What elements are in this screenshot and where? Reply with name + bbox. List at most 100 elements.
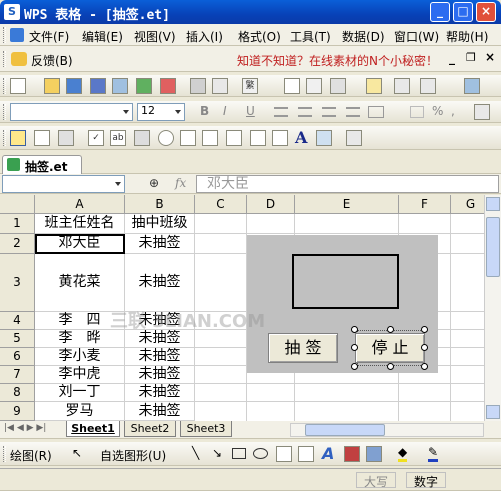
open-icon[interactable]	[44, 78, 60, 94]
scroll-up-icon[interactable]	[486, 197, 500, 211]
select-all-corner[interactable]	[0, 195, 35, 214]
formula-input[interactable]: 邓大臣	[196, 175, 499, 193]
result-box[interactable]	[292, 254, 399, 309]
copy-icon[interactable]	[284, 78, 300, 94]
redo-icon[interactable]	[420, 78, 436, 94]
toolbar-grip[interactable]	[3, 446, 6, 462]
line-icon[interactable]: ╲	[192, 446, 199, 460]
row-header[interactable]: 6	[0, 348, 35, 366]
image-icon[interactable]	[316, 130, 332, 146]
undo-icon[interactable]	[394, 78, 410, 94]
cell-format-icon[interactable]	[368, 106, 384, 118]
toolbar-grip[interactable]	[3, 104, 6, 120]
row-header[interactable]: 9	[0, 402, 35, 421]
row-header[interactable]: 1	[0, 214, 35, 234]
column-header[interactable]: G	[451, 195, 484, 214]
font-name-combo[interactable]	[10, 103, 133, 121]
currency-icon[interactable]	[410, 106, 424, 118]
menu-window[interactable]: 窗口(W)	[394, 28, 439, 45]
doc-restore-icon[interactable]: ❐	[466, 51, 476, 64]
name-box[interactable]	[2, 175, 125, 193]
more-controls-icon[interactable]	[346, 130, 362, 146]
toolbar-grip[interactable]	[3, 27, 6, 43]
toolbar-grip[interactable]	[3, 51, 6, 67]
stop-button[interactable]: 停 止	[355, 333, 425, 363]
active-cell[interactable]: 邓大臣	[35, 234, 125, 254]
cell[interactable]: 未抽签	[125, 402, 195, 421]
resize-handle[interactable]	[387, 363, 394, 370]
close-button[interactable]: ×	[476, 2, 496, 22]
menu-help[interactable]: 帮助(H)	[446, 28, 488, 45]
row-header[interactable]: 8	[0, 384, 35, 402]
toolbar-options-icon[interactable]	[464, 78, 480, 94]
menu-data[interactable]: 数据(D)	[342, 28, 385, 45]
tab-document[interactable]: 抽签.et	[2, 155, 82, 174]
cell[interactable]: 未抽签	[125, 254, 195, 312]
fx-icon[interactable]: fx	[175, 176, 186, 190]
menu-edit[interactable]: 编辑(E)	[82, 28, 123, 45]
format-painter-icon[interactable]: 繁	[242, 78, 258, 94]
design-mode-icon[interactable]	[10, 130, 26, 146]
align-left-icon[interactable]	[274, 107, 288, 117]
vertical-textbox-icon[interactable]	[298, 446, 314, 462]
feedback-button[interactable]: 反馈(B)	[31, 52, 73, 69]
toggle-button-icon[interactable]	[226, 130, 242, 146]
cell[interactable]: 班主任姓名	[35, 214, 125, 234]
cell[interactable]: 李中虎	[35, 366, 125, 384]
cell[interactable]: 未抽签	[125, 234, 195, 254]
sheet-nav-icon[interactable]: |◀ ◀ ▶ ▶|	[4, 423, 46, 433]
draw-menu[interactable]: 绘图(R)	[10, 447, 52, 464]
fill-color-icon[interactable]: ◆	[398, 445, 408, 462]
column-header[interactable]: D	[247, 195, 295, 214]
resize-handle[interactable]	[351, 326, 358, 333]
doc-close-icon[interactable]: ×	[485, 50, 495, 64]
textbox-icon[interactable]: ab	[110, 130, 126, 146]
cell[interactable]: 黄花菜	[35, 254, 125, 312]
toolbar-grip[interactable]	[3, 130, 6, 146]
column-header[interactable]: F	[399, 195, 451, 214]
resize-handle[interactable]	[421, 363, 428, 370]
row-header[interactable]: 5	[0, 330, 35, 348]
picture-icon[interactable]	[366, 446, 382, 462]
resize-handle[interactable]	[421, 326, 428, 333]
doc-minimize-icon[interactable]: _	[449, 51, 455, 65]
scroll-thumb[interactable]	[486, 217, 500, 277]
spin-button-icon[interactable]	[250, 130, 266, 146]
percent-button[interactable]: %	[432, 104, 443, 118]
web-icon[interactable]	[66, 78, 82, 94]
menu-file[interactable]: 文件(F)	[29, 28, 69, 45]
row-header[interactable]: 4	[0, 312, 35, 330]
cell[interactable]: 未抽签	[125, 366, 195, 384]
resize-handle[interactable]	[387, 326, 394, 333]
pdf-icon[interactable]	[160, 78, 176, 94]
hscroll-thumb[interactable]	[305, 424, 385, 436]
menu-view[interactable]: 视图(V)	[134, 28, 176, 45]
tab-sheet1[interactable]: Sheet1	[66, 421, 120, 437]
row-header[interactable]: 7	[0, 366, 35, 384]
tab-sheet2[interactable]: Sheet2	[124, 421, 176, 437]
column-header[interactable]: E	[295, 195, 399, 214]
new-icon[interactable]	[10, 78, 26, 94]
label-icon[interactable]: A	[295, 128, 307, 147]
draw-lot-button[interactable]: 抽 签	[268, 333, 338, 363]
brush-icon[interactable]	[366, 78, 382, 94]
resize-handle[interactable]	[421, 344, 428, 351]
align-center-icon[interactable]	[298, 107, 312, 117]
zoom-icon[interactable]: ⊕	[149, 176, 159, 190]
checkbox-icon[interactable]: ✓	[88, 130, 104, 146]
menu-insert[interactable]: 插入(I)	[186, 28, 223, 45]
column-header[interactable]: B	[125, 195, 195, 214]
paste-icon[interactable]	[330, 78, 346, 94]
save-icon[interactable]	[90, 78, 106, 94]
comma-button[interactable]: ,	[451, 104, 455, 118]
select-object-icon[interactable]	[34, 130, 50, 146]
wordart-icon[interactable]: A	[322, 444, 334, 463]
menu-format[interactable]: 格式(O)	[238, 28, 281, 45]
resize-handle[interactable]	[351, 344, 358, 351]
cut-icon[interactable]	[306, 78, 322, 94]
select-arrow-icon[interactable]: ↖	[72, 446, 82, 460]
scrollbar-icon[interactable]	[272, 130, 288, 146]
command-button-icon[interactable]	[134, 130, 150, 146]
horizontal-scrollbar[interactable]	[290, 423, 484, 437]
cell[interactable]: 罗马	[35, 402, 125, 421]
